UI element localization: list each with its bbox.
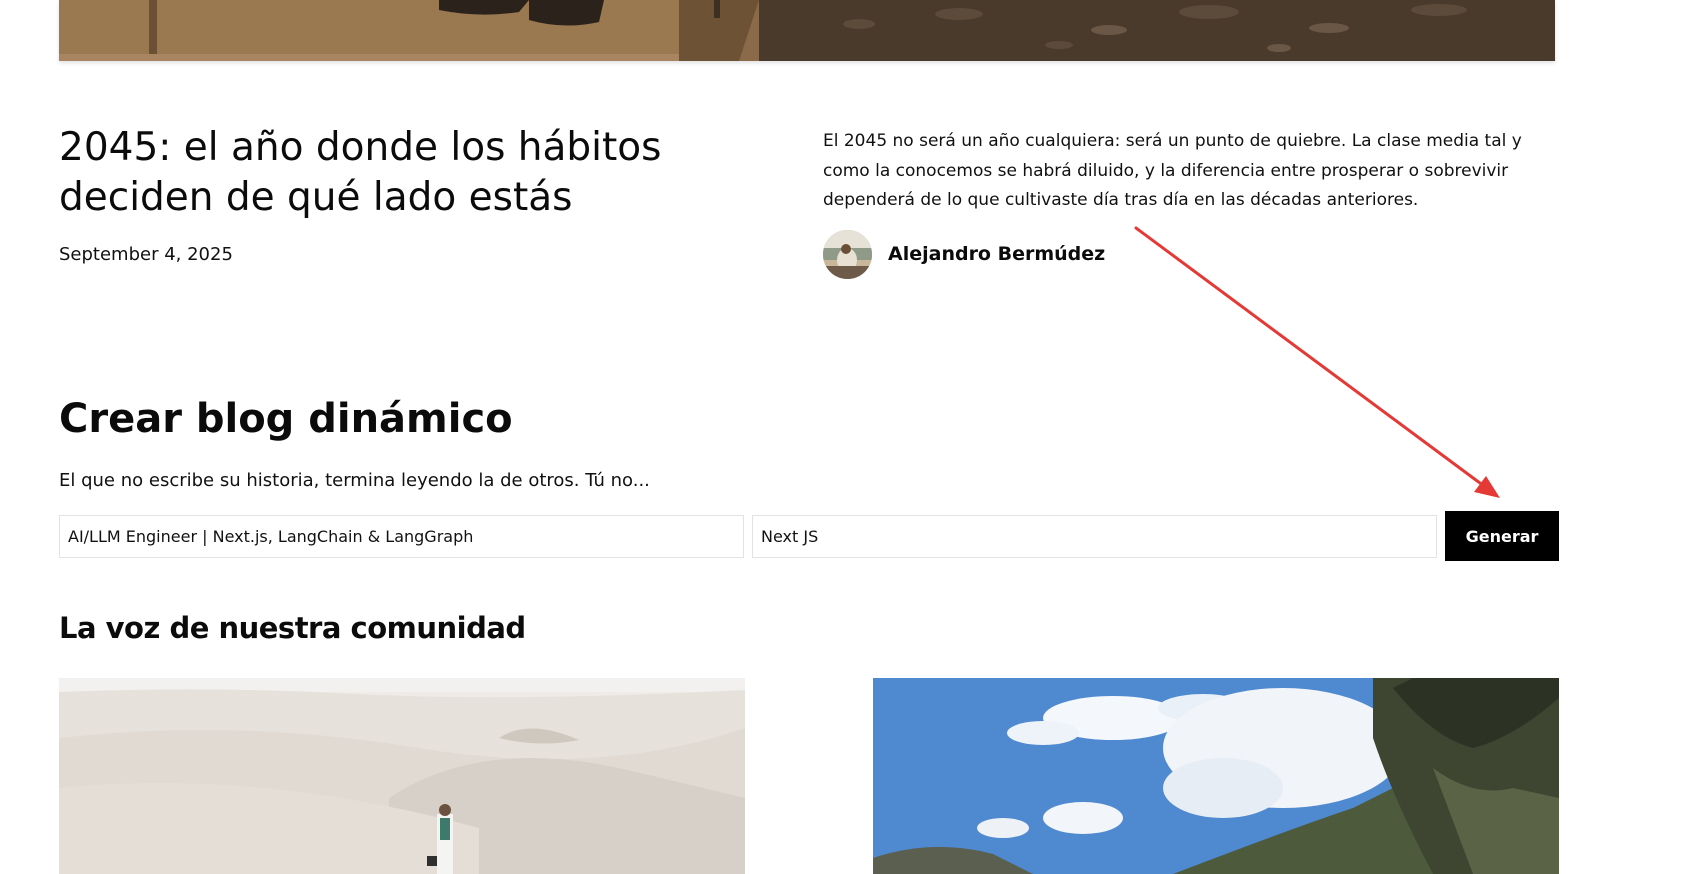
post-author[interactable]: Alejandro Bermúdez — [823, 229, 1105, 279]
post-date: September 4, 2025 — [59, 244, 233, 265]
create-blog-subtitle: El que no escribe su historia, termina l… — [59, 470, 650, 491]
community-title: La voz de nuestra comunidad — [59, 611, 526, 645]
community-card-image-mountain[interactable] — [873, 678, 1559, 874]
hero-image — [59, 0, 1555, 61]
post-title[interactable]: 2045: el año donde los hábitos deciden d… — [59, 123, 699, 223]
role-input[interactable] — [59, 515, 744, 558]
community-card-image-desert[interactable] — [59, 678, 745, 874]
topic-input[interactable] — [752, 515, 1437, 558]
create-blog-title: Crear blog dinámico — [59, 396, 513, 442]
author-name[interactable]: Alejandro Bermúdez — [888, 243, 1105, 265]
post-excerpt: El 2045 no será un año cualquiera: será … — [823, 131, 1522, 210]
author-avatar — [823, 229, 872, 279]
generate-button[interactable]: Generar — [1445, 511, 1559, 561]
